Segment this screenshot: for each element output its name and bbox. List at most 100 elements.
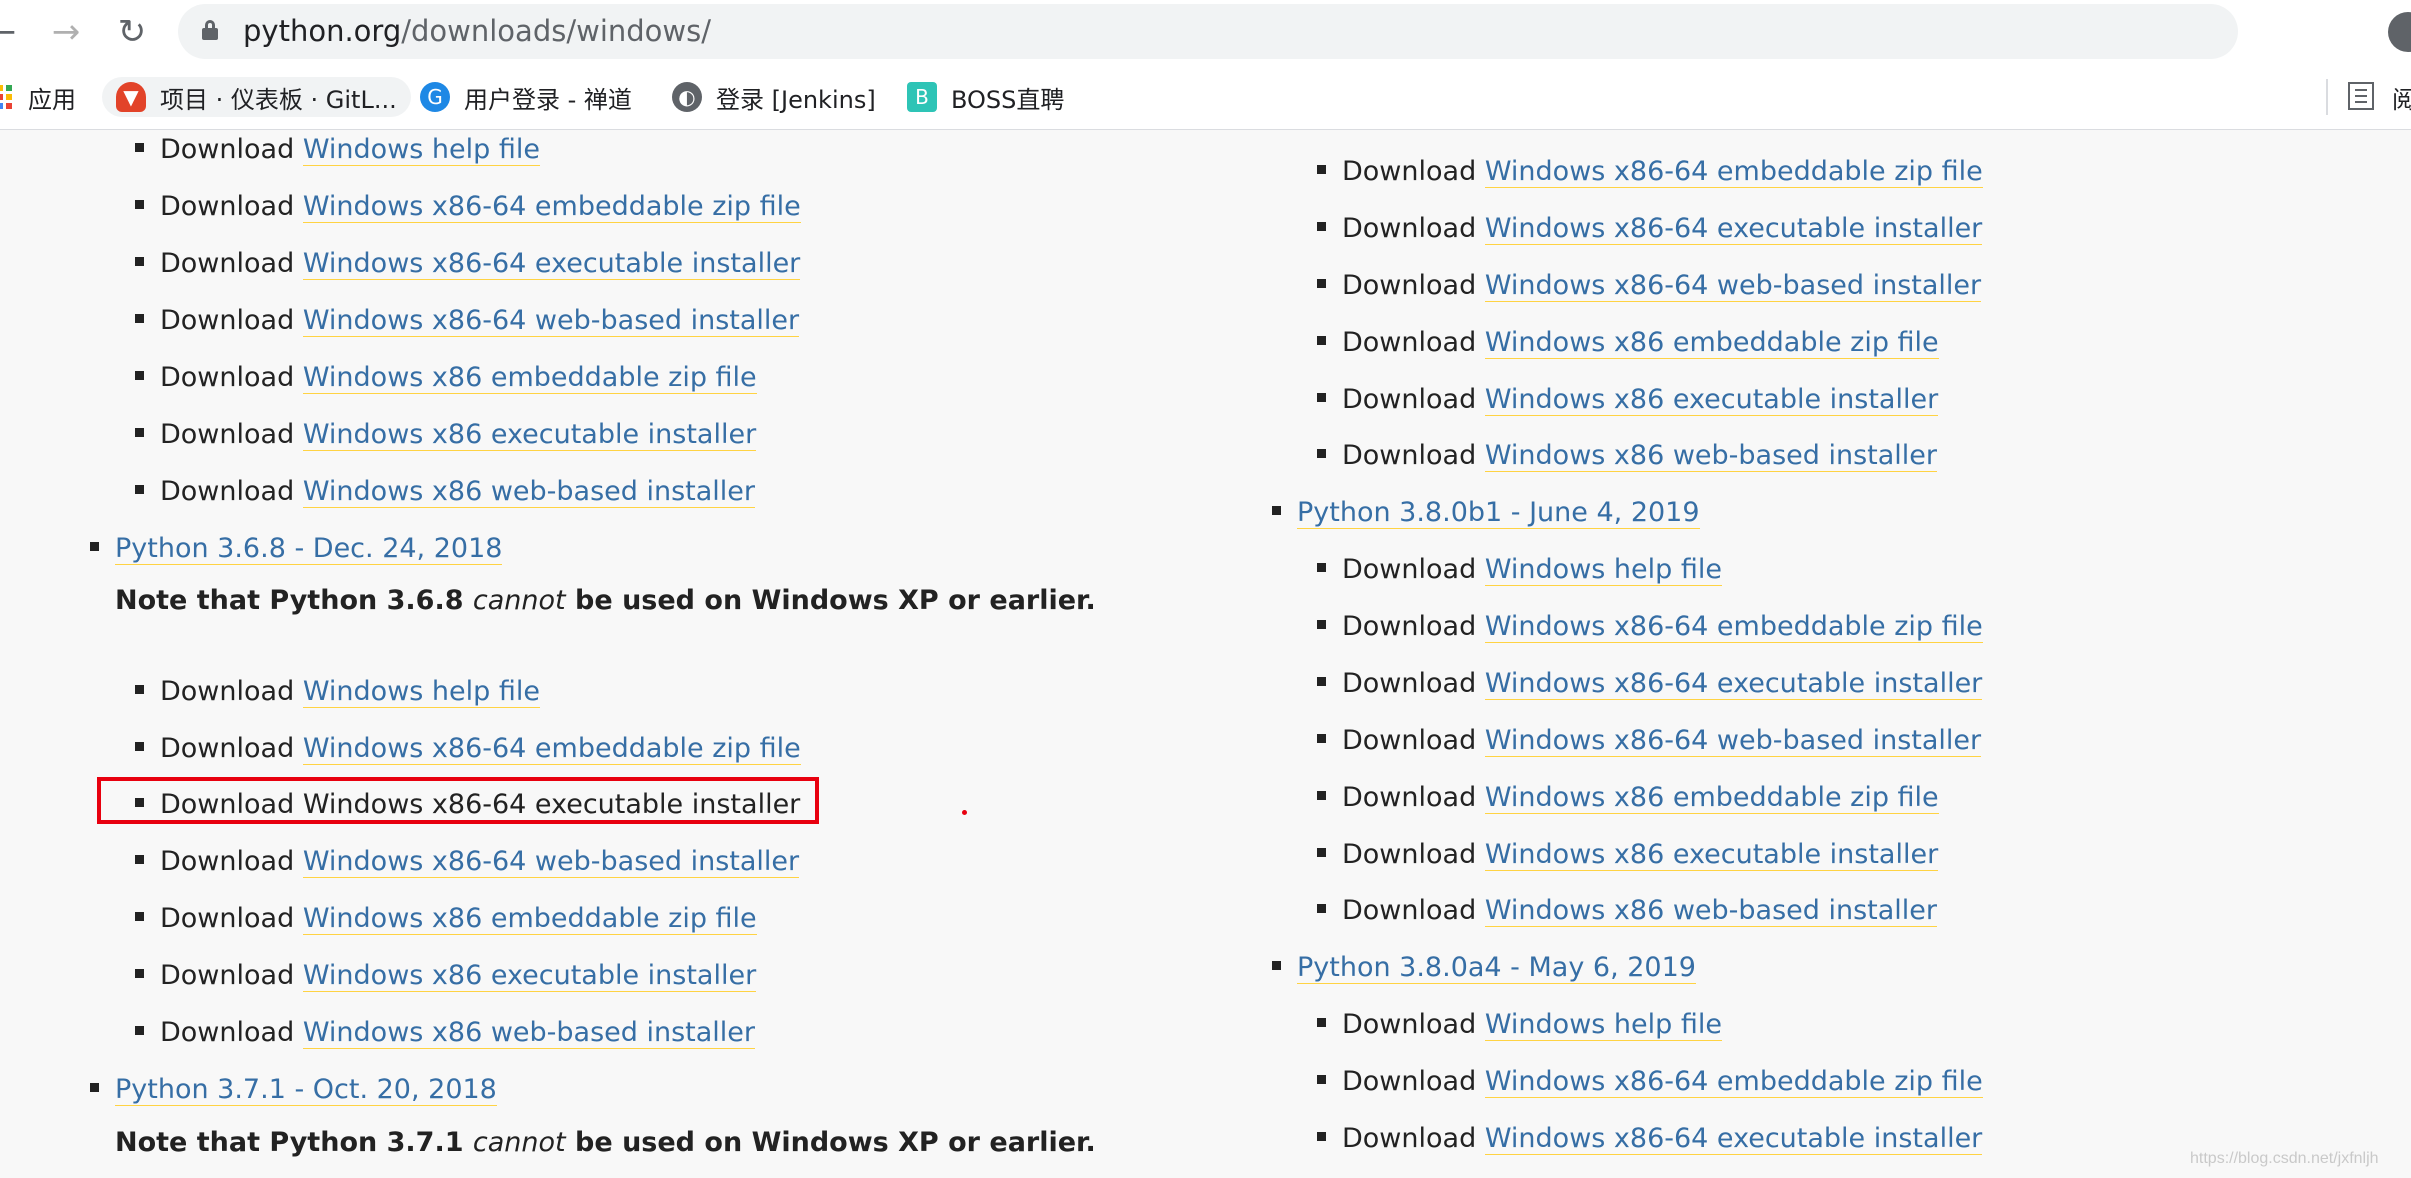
globe-icon: ◐ xyxy=(672,82,702,112)
apps-grid-icon xyxy=(0,85,12,109)
bookmark-boss[interactable]: B BOSS直聘 xyxy=(907,77,1064,117)
reload-icon[interactable]: ↻ xyxy=(110,10,154,54)
download-link[interactable]: Windows x86-64 executable installer xyxy=(1484,668,1983,700)
download-link[interactable]: Windows x86 embeddable zip file xyxy=(1484,782,1939,814)
download-link[interactable]: Windows x86-64 executable installer xyxy=(302,248,801,280)
list-item: Download Windows x86-64 executable insta… xyxy=(1317,1120,1983,1158)
list-item: Download Windows help file xyxy=(135,673,540,711)
download-prefix: Download xyxy=(1342,611,1477,642)
bookmark-label: BOSS直聘 xyxy=(951,85,1065,114)
list-item: Download Windows x86 embeddable zip file xyxy=(1317,324,1939,362)
note-text: be used on Windows XP or earlier. xyxy=(565,1127,1096,1158)
download-link[interactable]: Windows x86-64 web-based installer xyxy=(302,846,800,878)
download-link[interactable]: Windows x86-64 executable installer xyxy=(1484,1123,1983,1155)
download-prefix: Download xyxy=(1342,327,1477,358)
list-item: Download Windows x86-64 embeddable zip f… xyxy=(135,730,801,768)
download-prefix: Download xyxy=(1342,213,1477,244)
download-link[interactable]: Windows x86 web-based installer xyxy=(1484,895,1938,927)
reading-list-label[interactable]: 阅 xyxy=(2392,77,2411,117)
list-item: Download Windows x86 web-based installer xyxy=(1317,892,1938,930)
note-text: be used on Windows XP or earlier. xyxy=(565,585,1096,616)
download-link[interactable]: Windows x86-64 embeddable zip file xyxy=(1484,156,1983,188)
download-link[interactable]: Windows x86 embeddable zip file xyxy=(302,362,757,394)
download-link[interactable]: Windows x86-64 executable installer xyxy=(1484,213,1983,245)
bookmark-label: 应用 xyxy=(28,85,76,114)
release-item: Python 3.8.0b1 - June 4, 2019 xyxy=(1272,494,1700,532)
download-prefix: Download xyxy=(1342,384,1477,415)
url-text[interactable]: python.org/downloads/windows/ xyxy=(243,13,711,49)
download-link[interactable]: Windows help file xyxy=(1484,554,1722,586)
boss-logo-icon: B xyxy=(907,82,937,112)
url-host: python.org xyxy=(243,14,402,48)
bookmarks-bar: 应用 ▼ 项目 · 仪表板 · GitL... G 用户登录 - 禅道 ◐ 登录… xyxy=(0,64,2411,130)
download-prefix: Download xyxy=(1342,1123,1477,1154)
red-dot-marker xyxy=(962,810,967,815)
release-item: Python 3.8.0a4 - May 6, 2019 xyxy=(1272,949,1696,987)
list-item: Download Windows x86 web-based installer xyxy=(135,473,756,511)
download-prefix: Download xyxy=(160,248,295,279)
back-arrow-icon[interactable]: ← xyxy=(0,10,24,54)
download-prefix: Download xyxy=(1342,1066,1477,1097)
address-bar[interactable]: python.org/downloads/windows/ G ☆ xyxy=(178,4,2238,59)
download-link[interactable]: Windows x86-64 web-based installer xyxy=(1484,270,1982,302)
bookmark-zentao[interactable]: G 用户登录 - 禅道 xyxy=(420,77,632,117)
download-link[interactable]: Windows x86 web-based installer xyxy=(302,1017,756,1049)
download-link[interactable]: Windows x86-64 embeddable zip file xyxy=(302,191,801,223)
download-link[interactable]: Windows x86 executable installer xyxy=(302,419,757,451)
lock-icon[interactable] xyxy=(202,20,218,40)
download-prefix: Download xyxy=(160,960,295,991)
download-prefix: Download xyxy=(1342,839,1477,870)
download-prefix: Download xyxy=(160,846,295,877)
bookmark-gitlab[interactable]: ▼ 项目 · 仪表板 · GitL... xyxy=(102,77,411,117)
download-prefix: Download xyxy=(160,733,295,764)
url-path: /downloads/windows/ xyxy=(401,14,712,48)
download-link[interactable]: Windows x86 web-based installer xyxy=(302,476,756,508)
download-link[interactable]: Windows x86 executable installer xyxy=(302,960,757,992)
download-prefix: Download xyxy=(1342,782,1477,813)
download-link[interactable]: Windows help file xyxy=(302,134,540,166)
reading-list-icon[interactable] xyxy=(2348,82,2374,110)
list-item: Download Windows x86-64 web-based instal… xyxy=(1317,267,1982,305)
download-prefix: Download xyxy=(1342,440,1477,471)
list-item: Download Windows x86-64 web-based instal… xyxy=(135,302,800,340)
list-item: Download Windows x86-64 embeddable zip f… xyxy=(1317,153,1983,191)
release-link[interactable]: Python 3.6.8 - Dec. 24, 2018 xyxy=(115,533,503,565)
list-item: Download Windows x86 embeddable zip file xyxy=(135,900,757,938)
download-prefix: Download xyxy=(1342,1009,1477,1040)
download-prefix: Download xyxy=(160,191,295,222)
bookmark-jenkins[interactable]: ◐ 登录 [Jenkins] xyxy=(672,77,876,117)
list-item: Download Windows x86-64 executable insta… xyxy=(1317,210,1983,248)
profile-avatar-icon[interactable] xyxy=(2388,12,2411,52)
release-link[interactable]: Python 3.7.1 - Oct. 20, 2018 xyxy=(115,1074,497,1106)
list-item: Download Windows x86 executable installe… xyxy=(1317,381,1939,419)
download-link[interactable]: Windows x86-64 web-based installer xyxy=(1484,725,1982,757)
release-link[interactable]: Python 3.8.0b1 - June 4, 2019 xyxy=(1297,497,1700,529)
download-link[interactable]: Windows help file xyxy=(302,676,540,708)
forward-arrow-icon[interactable]: → xyxy=(44,10,88,54)
bookmark-apps[interactable]: 应用 xyxy=(0,77,76,117)
list-item: Download Windows x86-64 executable insta… xyxy=(135,245,801,283)
download-link[interactable]: Windows x86-64 embeddable zip file xyxy=(1484,611,1983,643)
download-prefix: Download xyxy=(160,419,295,450)
release-link[interactable]: Python 3.8.0a4 - May 6, 2019 xyxy=(1297,952,1696,984)
download-link[interactable]: Windows help file xyxy=(1484,1009,1722,1041)
release-item: Python 3.7.1 - Oct. 20, 2018 xyxy=(90,1071,497,1109)
red-highlight-box xyxy=(97,777,819,824)
download-link[interactable]: Windows x86-64 embeddable zip file xyxy=(302,733,801,765)
download-link[interactable]: Windows x86 executable installer xyxy=(1484,384,1939,416)
release-item: Python 3.6.8 - Dec. 24, 2018 xyxy=(90,530,503,568)
list-item: Download Windows help file xyxy=(1317,1006,1722,1044)
download-prefix: Download xyxy=(1342,668,1477,699)
download-link[interactable]: Windows x86-64 web-based installer xyxy=(302,305,800,337)
download-link[interactable]: Windows x86 executable installer xyxy=(1484,839,1939,871)
page-content: Download Windows help file Download Wind… xyxy=(0,131,2411,1178)
list-item: Download Windows help file xyxy=(135,131,540,169)
download-link[interactable]: Windows x86 web-based installer xyxy=(1484,440,1938,472)
watermark: https://blog.csdn.net/jxfnljh xyxy=(2190,1150,2379,1167)
download-link[interactable]: Windows x86-64 embeddable zip file xyxy=(1484,1066,1983,1098)
download-link[interactable]: Windows x86 embeddable zip file xyxy=(1484,327,1939,359)
download-prefix: Download xyxy=(1342,554,1477,585)
download-link[interactable]: Windows x86 embeddable zip file xyxy=(302,903,757,935)
download-prefix: Download xyxy=(160,134,295,165)
list-item: Download Windows x86-64 embeddable zip f… xyxy=(1317,608,1983,646)
